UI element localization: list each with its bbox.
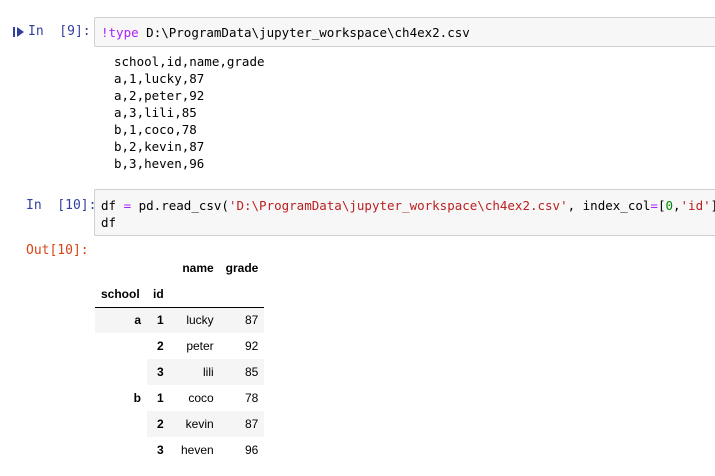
cell-2-code-line-1[interactable]: df = pd.read_csv('D:\ProgramData\jupyter… (101, 197, 715, 214)
column-header-grade: grade (225, 261, 259, 275)
output-line: b,1,coco,78 (114, 122, 197, 137)
output-line: b,3,heven,96 (114, 156, 205, 171)
table-row: b 1 coco 78 (95, 385, 264, 411)
code-operator: = (123, 198, 132, 213)
index-school: a (95, 307, 147, 333)
cell-2-code-editor[interactable]: df = pd.read_csv('D:\ProgramData\jupyter… (94, 189, 715, 236)
index-name-school: school (101, 286, 140, 301)
bang-operator: ! (101, 25, 109, 40)
cell-name: kevin (169, 411, 220, 437)
index-school (95, 437, 147, 463)
index-id: 2 (147, 411, 170, 437)
code-token: , index_col (567, 198, 651, 213)
index-school: b (133, 391, 141, 405)
output-line: a,1,lucky,87 (114, 71, 205, 86)
cell-grade: 92 (245, 339, 259, 353)
cell-name: coco (188, 391, 214, 405)
index-id: 2 (156, 339, 164, 353)
output-line: school,id,name,grade (114, 54, 265, 69)
cell-2-code-line-2[interactable]: df (101, 214, 116, 231)
command-argument: D:\ProgramData\jupyter_workspace\ch4ex2.… (138, 25, 470, 40)
code-token: , (673, 198, 681, 213)
code-operator: = (650, 198, 658, 213)
cell-name: heven (180, 443, 214, 457)
cell-1-code-line[interactable]: !type D:\ProgramData\jupyter_workspace\c… (101, 24, 470, 41)
output-line: b,2,kevin,87 (114, 139, 205, 154)
cell-name: lili (169, 359, 220, 385)
table-row: 3 lili 85 (95, 359, 265, 385)
index-school (95, 333, 147, 359)
cell-grade: 78 (245, 391, 259, 405)
index-id: 1 (156, 391, 164, 405)
cell-grade: 96 (245, 443, 259, 457)
blank-header (170, 281, 220, 307)
index-id: 3 (156, 443, 164, 457)
cell-name: lucky (169, 307, 220, 333)
cell-2-out-prompt: Out[10]: (26, 243, 89, 258)
index-school (95, 359, 147, 385)
cell-name: peter (186, 339, 214, 353)
cell-1-output: school,id,name,grade a,1,lucky,87 a,2,pe… (114, 53, 265, 172)
table-row: 3 heven 96 (95, 437, 264, 463)
code-token: df (101, 198, 124, 213)
index-school (95, 411, 147, 437)
cell-2-prompt: In [10]: (26, 198, 97, 213)
index-id: 1 (147, 307, 170, 333)
table-row: a 1 lucky 87 (95, 307, 265, 333)
cell-grade: 85 (219, 359, 265, 385)
cell-grade: 87 (219, 307, 265, 333)
cell-1-prompt: In [9]: (28, 24, 91, 39)
table-row: 2 kevin 87 (95, 411, 265, 437)
code-number: 0 (665, 198, 673, 213)
code-string: 'D:\ProgramData\jupyter_workspace\ch4ex2… (228, 198, 568, 213)
output-line: a,3,lili,85 (114, 105, 197, 120)
blank-header (147, 255, 170, 281)
shell-command: type (108, 25, 139, 40)
index-name-id: id (153, 286, 164, 301)
blank-header (220, 281, 265, 307)
code-string: 'id' (680, 198, 711, 213)
cell-1-code-editor[interactable]: !type D:\ProgramData\jupyter_workspace\c… (94, 17, 715, 47)
code-token: ]) (711, 198, 715, 213)
column-header-name: name (182, 261, 214, 275)
code-token: pd.read_csv( (131, 198, 229, 213)
blank-header (95, 255, 147, 281)
index-id: 3 (147, 359, 170, 385)
dataframe-table: name grade school id a 1 lucky 87 2 pete… (95, 255, 265, 463)
table-row: 2 peter 92 (95, 333, 264, 359)
run-cell-icon[interactable] (12, 25, 26, 39)
cell-grade: 87 (219, 411, 265, 437)
output-line: a,2,peter,92 (114, 88, 205, 103)
